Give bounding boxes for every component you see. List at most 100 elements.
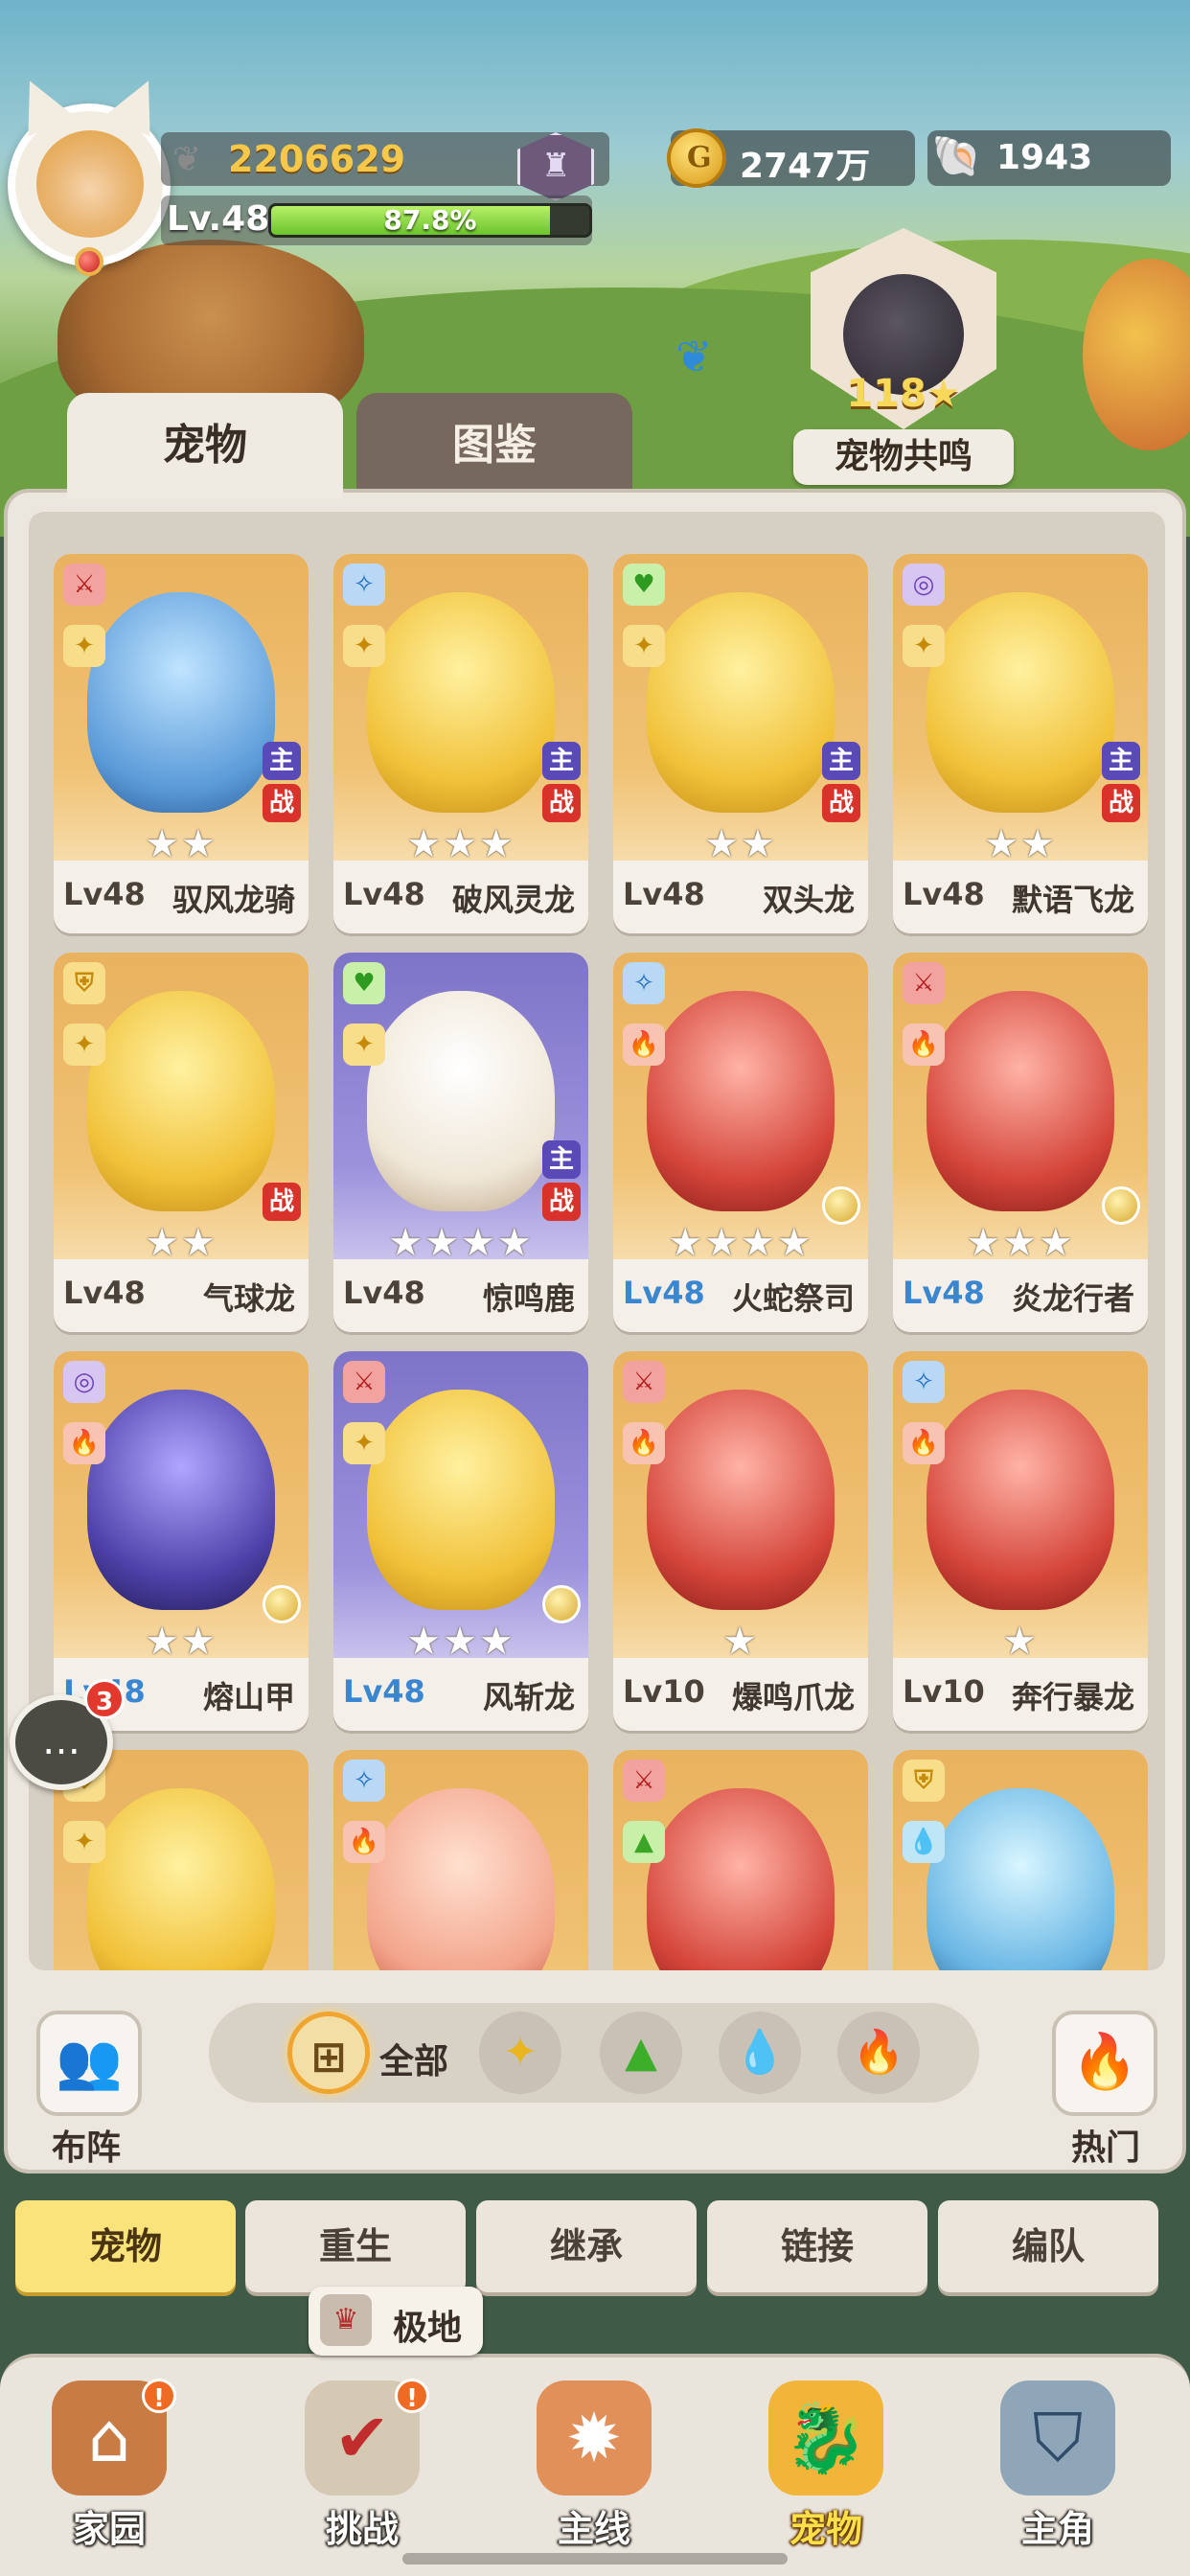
hero-icon: ⛉ bbox=[1000, 2380, 1115, 2496]
pet-panel: ⚔ ✦ 主战 ★★ Lv48 驭风龙骑 ✧ ✦ 主战 ★★★ Lv48 破风灵龙 ♥ ✦ 主战 ★★ Lv48 双… bbox=[4, 489, 1186, 2174]
nav-home[interactable]: ⌂ ! 家园 bbox=[13, 2371, 205, 2563]
medal-icon bbox=[822, 1186, 860, 1225]
pet-card[interactable]: ♥ ✦ 主战 ★★★★ Lv48 惊鸣鹿 bbox=[333, 953, 588, 1332]
pet-portrait bbox=[87, 991, 275, 1211]
pet-name: 火蛇祭司 bbox=[731, 1280, 855, 1317]
wind-element-icon: ✦ bbox=[502, 2028, 538, 2077]
pet-card[interactable]: ⛨✦ bbox=[54, 1750, 309, 1970]
flame-icon: 🔥 bbox=[1071, 2031, 1138, 2093]
pet-card[interactable]: ⚔ ▲ bbox=[613, 1750, 868, 1970]
pet-level: Lv48 bbox=[903, 876, 985, 912]
nav-pets[interactable]: 🐉 宠物 bbox=[730, 2371, 922, 2563]
shell-currency[interactable]: 1943 bbox=[927, 130, 1171, 186]
filter-fire-button[interactable]: 🔥 bbox=[837, 2012, 920, 2094]
subtab-team[interactable]: 编队 bbox=[938, 2200, 1158, 2292]
earth-element-icon: ▲ bbox=[625, 2028, 657, 2077]
pet-card[interactable]: ⚔ ✦ ★★★ Lv48 风斩龙 bbox=[333, 1351, 588, 1731]
pet-card[interactable]: ♥ ✦ 主战 ★★ Lv48 双头龙 bbox=[613, 554, 868, 933]
pet-card[interactable]: ✧ 🔥 ★ Lv10 奔行暴龙 bbox=[893, 1351, 1148, 1731]
subtab-rebirth[interactable]: 重生 bbox=[245, 2200, 466, 2292]
gold-currency[interactable]: 2747万 bbox=[667, 128, 915, 188]
element-badge-icon: ✦ bbox=[903, 625, 945, 667]
pet-stars: ★★★★ bbox=[388, 1221, 534, 1265]
filter-earth-button[interactable]: ▲ bbox=[600, 2012, 682, 2094]
polar-label: 极地 bbox=[393, 2309, 463, 2348]
subtab-link[interactable]: 链接 bbox=[707, 2200, 927, 2292]
subtab-inherit[interactable]: 继承 bbox=[476, 2200, 697, 2292]
chat-unread-badge: 3 bbox=[84, 1679, 125, 1719]
pet-card[interactable]: ◎ ✦ 主战 ★★ Lv48 默语飞龙 bbox=[893, 554, 1148, 933]
element-badge-icon: 🔥 bbox=[903, 1422, 945, 1464]
pet-portrait bbox=[367, 592, 555, 813]
filter-all-button[interactable]: ⊞ bbox=[287, 2012, 370, 2094]
pet-portrait bbox=[367, 1788, 555, 1970]
challenge-alert-badge: ! bbox=[395, 2379, 429, 2413]
pet-name: 驭风龙骑 bbox=[172, 882, 295, 918]
avatar-gem-icon bbox=[75, 247, 103, 276]
pet-name: 炎龙行者 bbox=[1011, 1280, 1134, 1317]
pet-card[interactable]: ⛨ ✦ 战 ★★ Lv48 气球龙 bbox=[54, 953, 309, 1332]
pet-stars: ★★ bbox=[145, 822, 217, 866]
pet-name: 双头龙 bbox=[762, 882, 855, 918]
pet-stars: ★★ bbox=[704, 822, 777, 866]
nav-hero[interactable]: ⛉ 主角 bbox=[962, 2371, 1154, 2563]
pet-card[interactable]: ◎🔥★★Lv48熔山甲 bbox=[54, 1351, 309, 1731]
pet-card[interactable]: ⛨ 💧 bbox=[893, 1750, 1148, 1970]
pet-portrait bbox=[367, 1390, 555, 1610]
sword-icon: ⚔ bbox=[63, 564, 105, 606]
pet-portrait bbox=[927, 1390, 1114, 1610]
filter-wind-button[interactable]: ✦ bbox=[479, 2012, 561, 2094]
pet-portrait bbox=[87, 1788, 275, 1970]
pet-grid[interactable]: ⚔ ✦ 主战 ★★ Lv48 驭风龙骑 ✧ ✦ 主战 ★★★ Lv48 破风灵龙 ♥ ✦ 主战 ★★ Lv48 双… bbox=[29, 512, 1165, 1970]
home-alert-badge: ! bbox=[142, 2379, 176, 2413]
pet-stars: ★★★ bbox=[966, 1221, 1075, 1265]
pet-card[interactable]: ✧ ✦ 主战 ★★★ Lv48 破风灵龙 bbox=[333, 554, 588, 933]
polar-tooltip[interactable]: ♛ 极地 bbox=[309, 2287, 483, 2356]
nav-mainline[interactable]: ✹ 主线 bbox=[498, 2371, 690, 2563]
filter-water-button[interactable]: 💧 bbox=[719, 2012, 801, 2094]
xp-percent: 87.8% bbox=[383, 204, 477, 236]
pet-level: Lv48 bbox=[343, 1275, 425, 1311]
element-badge-icon: ✦ bbox=[623, 625, 665, 667]
pet-card[interactable]: ✧ 🔥 ★★★★ Lv48 火蛇祭司 bbox=[613, 953, 868, 1332]
pet-stars: ★★★★ bbox=[668, 1221, 813, 1265]
pet-stars: ★★★ bbox=[406, 1620, 515, 1664]
pet-card[interactable]: ⚔ 🔥 ★★★ Lv48 炎龙行者 bbox=[893, 953, 1148, 1332]
heal-icon: ♥ bbox=[623, 564, 665, 606]
pet-portrait bbox=[647, 1788, 835, 1970]
formation-label: 布阵 bbox=[52, 2128, 122, 2168]
pet-portrait bbox=[647, 1390, 835, 1610]
element-badge-icon: 💧 bbox=[903, 1821, 945, 1863]
player-avatar[interactable] bbox=[7, 70, 172, 276]
mainline-icon: ✹ bbox=[537, 2380, 652, 2496]
grid-icon: ⊞ bbox=[310, 2033, 347, 2082]
bottom-navigation: ⌂ ! 家园 ✔ ! 挑战 ✹ 主线 🐉 宠物 ⛉ 主角 bbox=[0, 2354, 1190, 2576]
sword-icon: ⚔ bbox=[903, 962, 945, 1004]
pet-card[interactable]: ⚔ ✦ 主战 ★★ Lv48 驭风龙骑 bbox=[54, 554, 309, 933]
nav-challenge[interactable]: ✔ ! 挑战 bbox=[266, 2371, 458, 2563]
pet-portrait bbox=[927, 991, 1114, 1211]
subtab-pets[interactable]: 宠物 bbox=[15, 2200, 236, 2292]
pet-card[interactable]: ✧ 🔥 bbox=[333, 1750, 588, 1970]
magic-icon: ✧ bbox=[343, 564, 385, 606]
battle-badge: 战 bbox=[1102, 784, 1140, 822]
formation-button[interactable]: 👥 bbox=[36, 2011, 142, 2116]
pet-name: 爆鸣爪龙 bbox=[731, 1679, 855, 1715]
shield-icon: ⛨ bbox=[903, 1760, 945, 1802]
pet-card[interactable]: ⚔ 🔥 ★ Lv10 爆鸣爪龙 bbox=[613, 1351, 868, 1731]
tab-pets[interactable]: 宠物 bbox=[67, 393, 343, 498]
pet-level: Lv48 bbox=[903, 1275, 985, 1311]
main-pet-badge: 主 bbox=[542, 1140, 581, 1179]
filter-all-label: 全部 bbox=[379, 2042, 449, 2082]
tab-atlas[interactable]: 图鉴 bbox=[356, 393, 632, 498]
resonance-stars: 118★ bbox=[846, 372, 961, 416]
element-badge-icon: ✦ bbox=[343, 1422, 385, 1464]
main-pet-badge: 主 bbox=[1102, 742, 1140, 780]
magic-icon: ✧ bbox=[343, 1760, 385, 1802]
water-element-icon: 💧 bbox=[733, 2028, 787, 2077]
pet-stars: ★ bbox=[722, 1620, 759, 1664]
element-badge-icon: ✦ bbox=[343, 625, 385, 667]
hot-button[interactable]: 🔥 bbox=[1052, 2011, 1157, 2116]
gold-coin-icon bbox=[667, 128, 726, 188]
pet-resonance-button[interactable]: 118★ 宠物共鸣 bbox=[793, 228, 1014, 496]
